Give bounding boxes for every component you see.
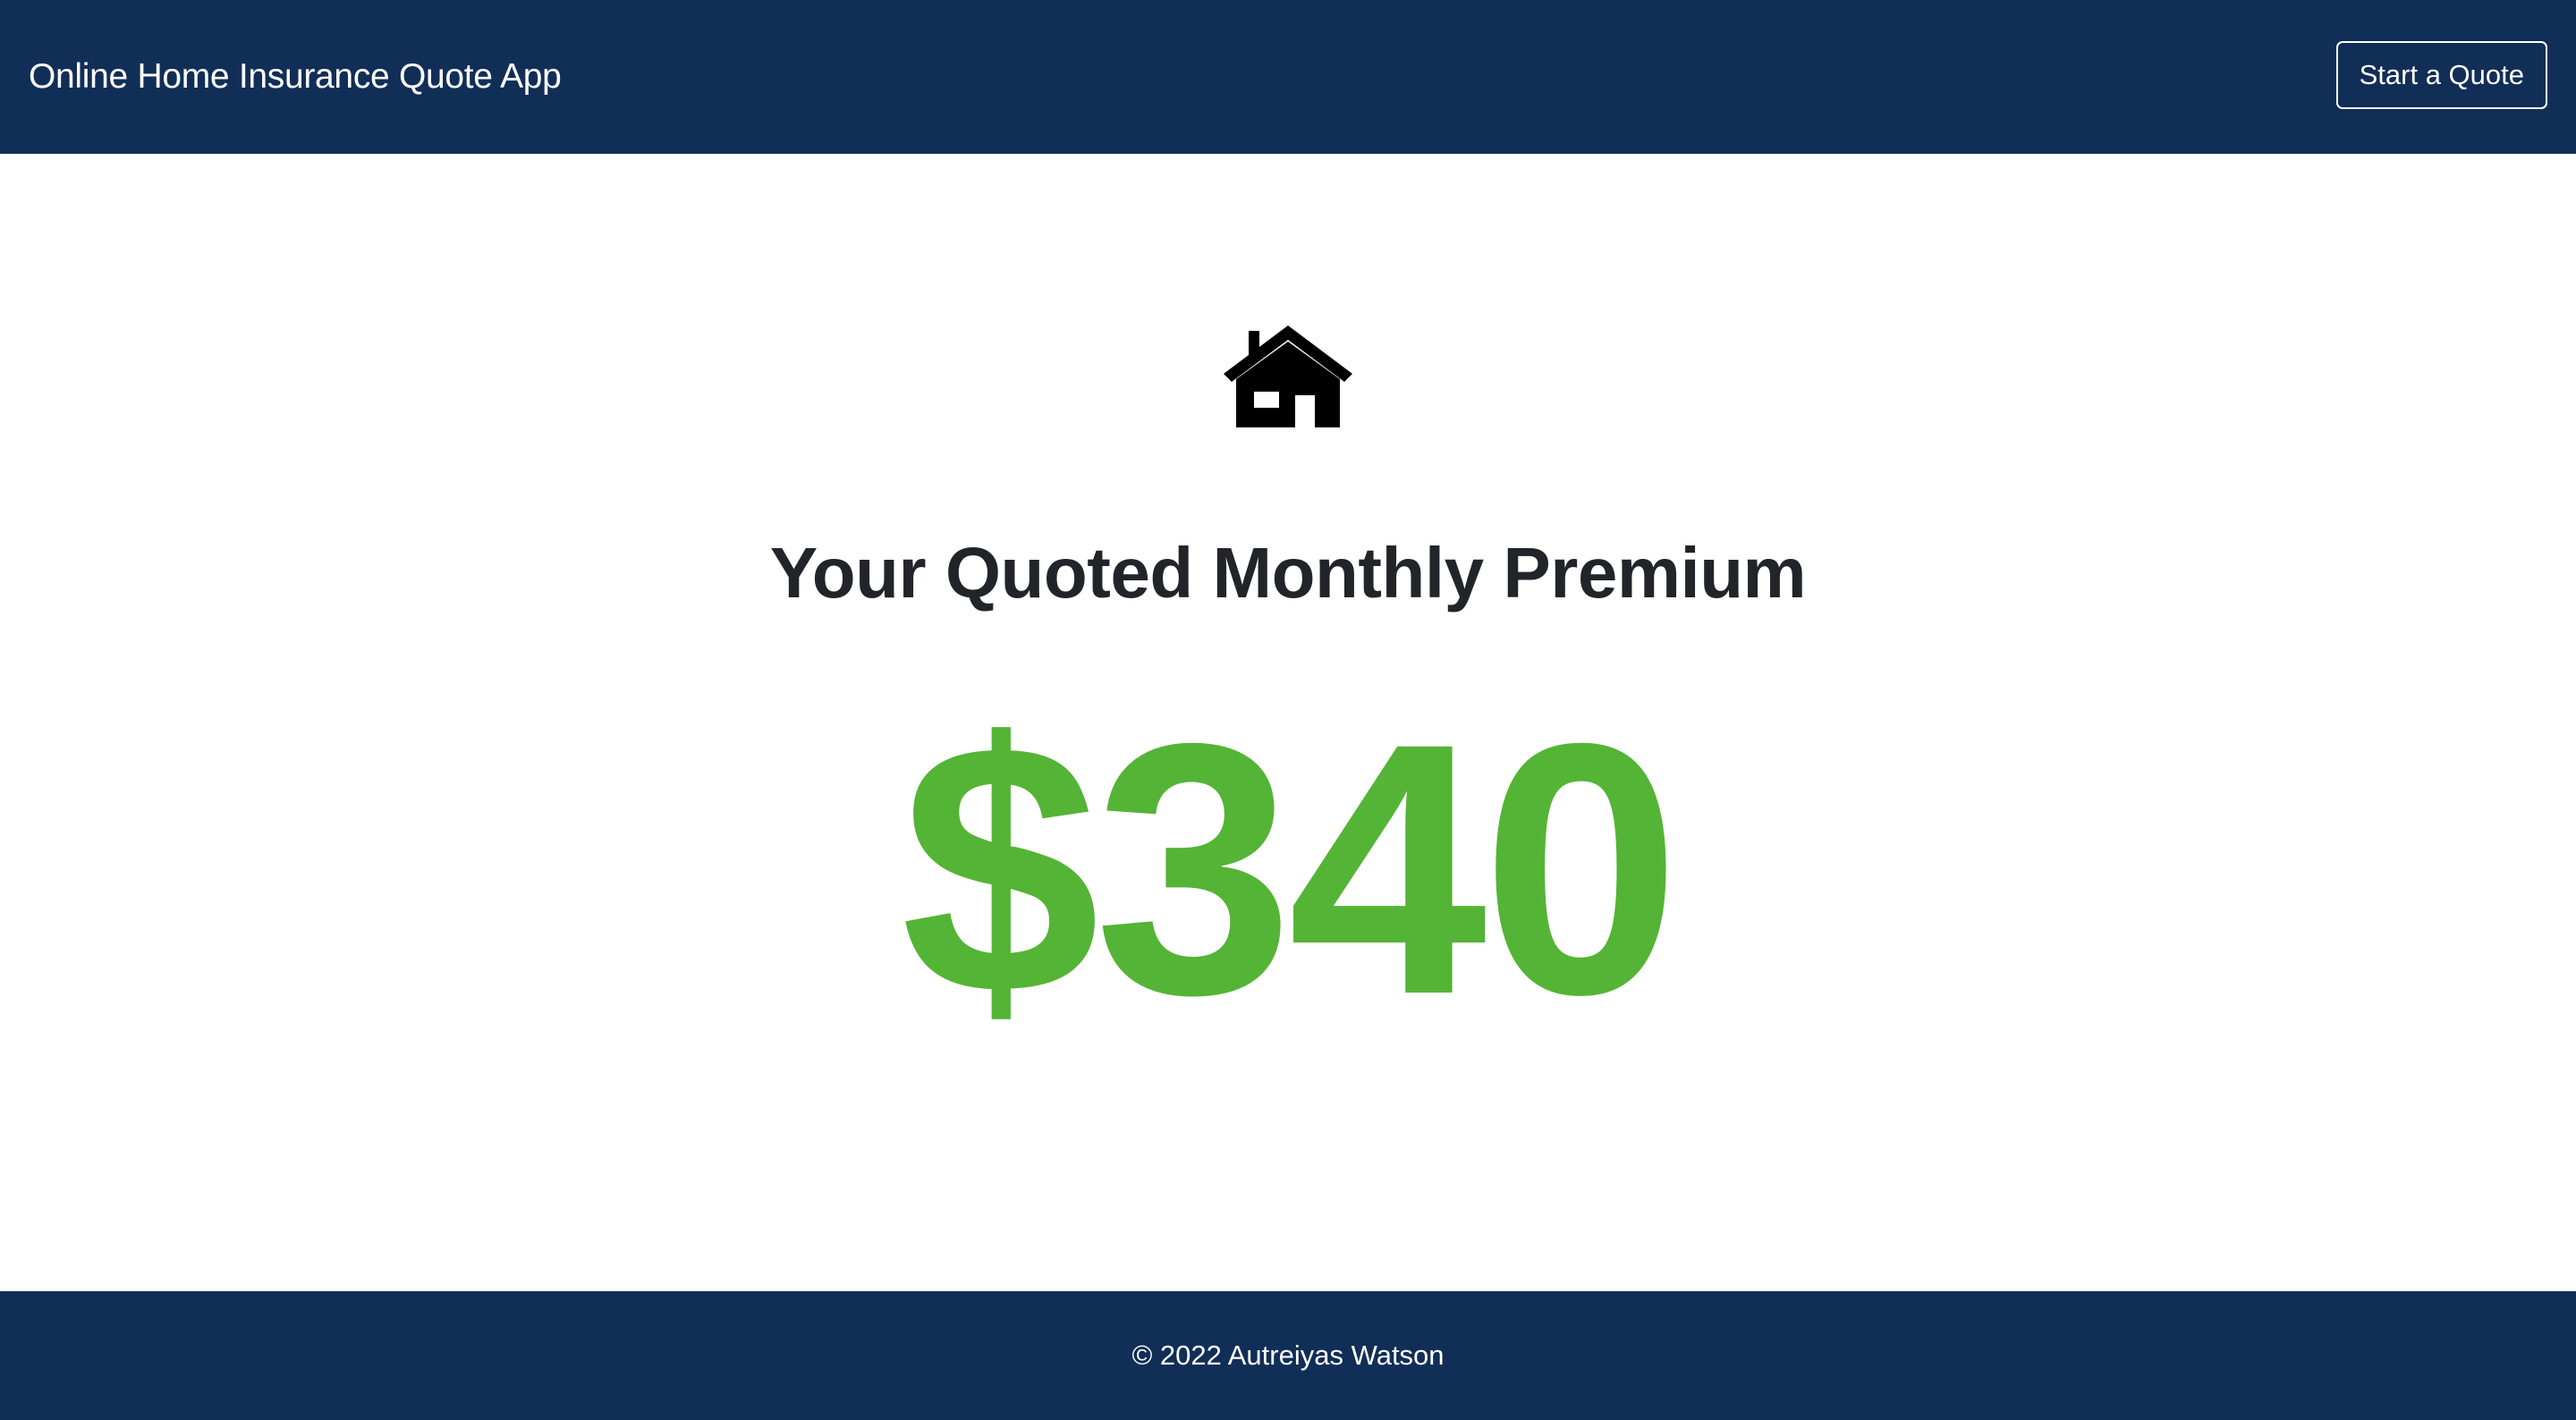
page: Online Home Insurance Quote App Start a … [0, 0, 2576, 1420]
app-brand-link[interactable]: Online Home Insurance Quote App [29, 0, 562, 154]
start-quote-button[interactable]: Start a Quote [2335, 41, 2547, 109]
copyright-text: © 2022 Autreiyas Watson [1131, 1340, 1445, 1371]
top-navbar: Online Home Insurance Quote App Start a … [0, 0, 2576, 154]
premium-amount: $340 [901, 669, 1681, 1069]
quote-result-section: Your Quoted Monthly Premium $340 [0, 154, 2576, 1291]
house-icon [1222, 324, 1354, 429]
footer: © 2022 Autreiyas Watson [0, 1291, 2576, 1420]
page-title: Your Quoted Monthly Premium [769, 532, 1807, 613]
